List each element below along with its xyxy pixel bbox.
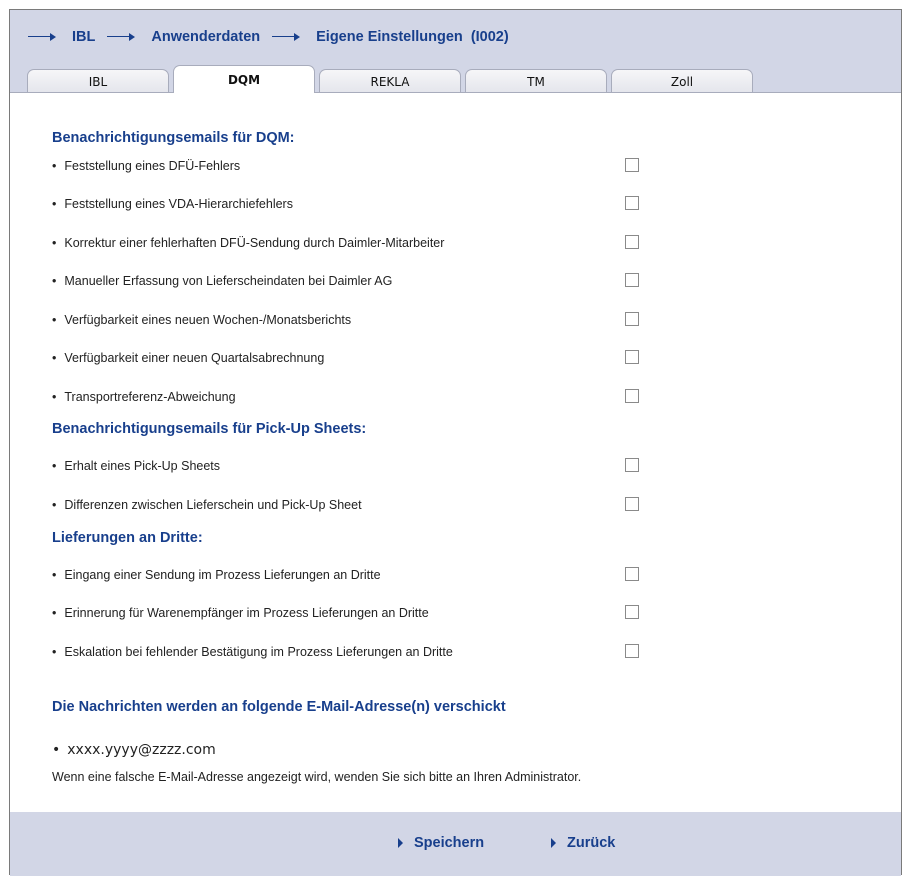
play-icon bbox=[551, 838, 556, 848]
checkbox[interactable] bbox=[625, 605, 639, 619]
arrow-right-icon bbox=[270, 32, 306, 42]
section-title-dqm: Benachrichtigungsemails für DQM: bbox=[52, 130, 295, 146]
breadcrumb: IBL Anwenderdaten Eigene Einstellungen (… bbox=[24, 24, 509, 50]
settings-panel: Benachrichtigungsemails für DQM: Festste… bbox=[10, 92, 901, 813]
list-item: Eskalation bei fehlender Bestätigung im … bbox=[52, 643, 652, 663]
list-item: Feststellung eines VDA-Hierarchiefehlers bbox=[52, 195, 652, 215]
breadcrumb-eigene-einstellungen[interactable]: Eigene Einstellungen (I002) bbox=[316, 29, 509, 45]
item-label: Erinnerung für Warenempfänger im Prozess… bbox=[52, 606, 428, 620]
tab-bar: IBL DQM REKLA TM Zoll bbox=[27, 65, 757, 93]
checkbox[interactable] bbox=[625, 312, 639, 326]
email-note: Wenn eine falsche E-Mail-Adresse angezei… bbox=[52, 770, 582, 784]
item-label: Eingang einer Sendung im Prozess Lieferu… bbox=[52, 568, 380, 582]
list-item: Verfügbarkeit eines neuen Wochen-/Monats… bbox=[52, 311, 652, 331]
item-label: Erhalt eines Pick-Up Sheets bbox=[52, 459, 220, 473]
list-item: Feststellung eines DFÜ-Fehlers bbox=[52, 157, 652, 177]
page-frame: IBL Anwenderdaten Eigene Einstellungen (… bbox=[9, 9, 902, 876]
arrow-right-icon bbox=[26, 32, 62, 42]
item-label: Korrektur einer fehlerhaften DFÜ-Sendung… bbox=[52, 236, 444, 250]
section-title-pickup: Benachrichtigungsemails für Pick-Up Shee… bbox=[52, 421, 367, 437]
section-title-email: Die Nachrichten werden an folgende E-Mai… bbox=[52, 699, 506, 715]
list-item: Differenzen zwischen Lieferschein und Pi… bbox=[52, 496, 652, 516]
breadcrumb-ibl[interactable]: IBL bbox=[72, 29, 95, 45]
item-label: Eskalation bei fehlender Bestätigung im … bbox=[52, 645, 452, 659]
item-label: Differenzen zwischen Lieferschein und Pi… bbox=[52, 498, 361, 512]
play-icon bbox=[398, 838, 403, 848]
list-item: Eingang einer Sendung im Prozess Lieferu… bbox=[52, 566, 652, 586]
item-label: Transportreferenz-Abweichung bbox=[52, 390, 235, 404]
list-item: Verfügbarkeit einer neuen Quartalsabrech… bbox=[52, 349, 652, 369]
save-label: Speichern bbox=[414, 835, 485, 851]
tab-ibl[interactable]: IBL bbox=[27, 69, 169, 93]
checkbox[interactable] bbox=[625, 567, 639, 581]
checkbox[interactable] bbox=[625, 389, 639, 403]
item-label: Verfügbarkeit eines neuen Wochen-/Monats… bbox=[52, 313, 351, 327]
list-item: Erhalt eines Pick-Up Sheets bbox=[52, 457, 652, 477]
checkbox[interactable] bbox=[625, 497, 639, 511]
checkbox[interactable] bbox=[625, 350, 639, 364]
list-item: Manueller Erfassung von Lieferscheindate… bbox=[52, 272, 652, 292]
back-label: Zurück bbox=[567, 835, 616, 851]
tab-rekla[interactable]: REKLA bbox=[319, 69, 461, 93]
list-item: Transportreferenz-Abweichung bbox=[52, 388, 652, 408]
list-item: Korrektur einer fehlerhaften DFÜ-Sendung… bbox=[52, 234, 652, 254]
checkbox[interactable] bbox=[625, 158, 639, 172]
checkbox[interactable] bbox=[625, 458, 639, 472]
save-button[interactable]: Speichern bbox=[398, 835, 484, 851]
checkbox[interactable] bbox=[625, 196, 639, 210]
tab-tm[interactable]: TM bbox=[465, 69, 607, 93]
tab-dqm[interactable]: DQM bbox=[173, 65, 315, 93]
footer: Speichern Zurück bbox=[10, 812, 901, 876]
back-button[interactable]: Zurück bbox=[551, 835, 615, 851]
item-label: Feststellung eines VDA-Hierarchiefehlers bbox=[52, 197, 293, 211]
breadcrumb-anwenderdaten[interactable]: Anwenderdaten bbox=[151, 29, 260, 45]
section-title-dritte: Lieferungen an Dritte: bbox=[52, 530, 203, 546]
email-address: xxxx.yyyy@zzzz.com bbox=[52, 742, 215, 758]
header: IBL Anwenderdaten Eigene Einstellungen (… bbox=[10, 10, 901, 93]
arrow-right-icon bbox=[105, 32, 141, 42]
item-label: Feststellung eines DFÜ-Fehlers bbox=[52, 159, 240, 173]
checkbox[interactable] bbox=[625, 235, 639, 249]
checkbox[interactable] bbox=[625, 273, 639, 287]
item-label: Verfügbarkeit einer neuen Quartalsabrech… bbox=[52, 351, 324, 365]
item-label: Manueller Erfassung von Lieferscheindate… bbox=[52, 274, 392, 288]
list-item: Erinnerung für Warenempfänger im Prozess… bbox=[52, 604, 652, 624]
tab-zoll[interactable]: Zoll bbox=[611, 69, 753, 93]
checkbox[interactable] bbox=[625, 644, 639, 658]
